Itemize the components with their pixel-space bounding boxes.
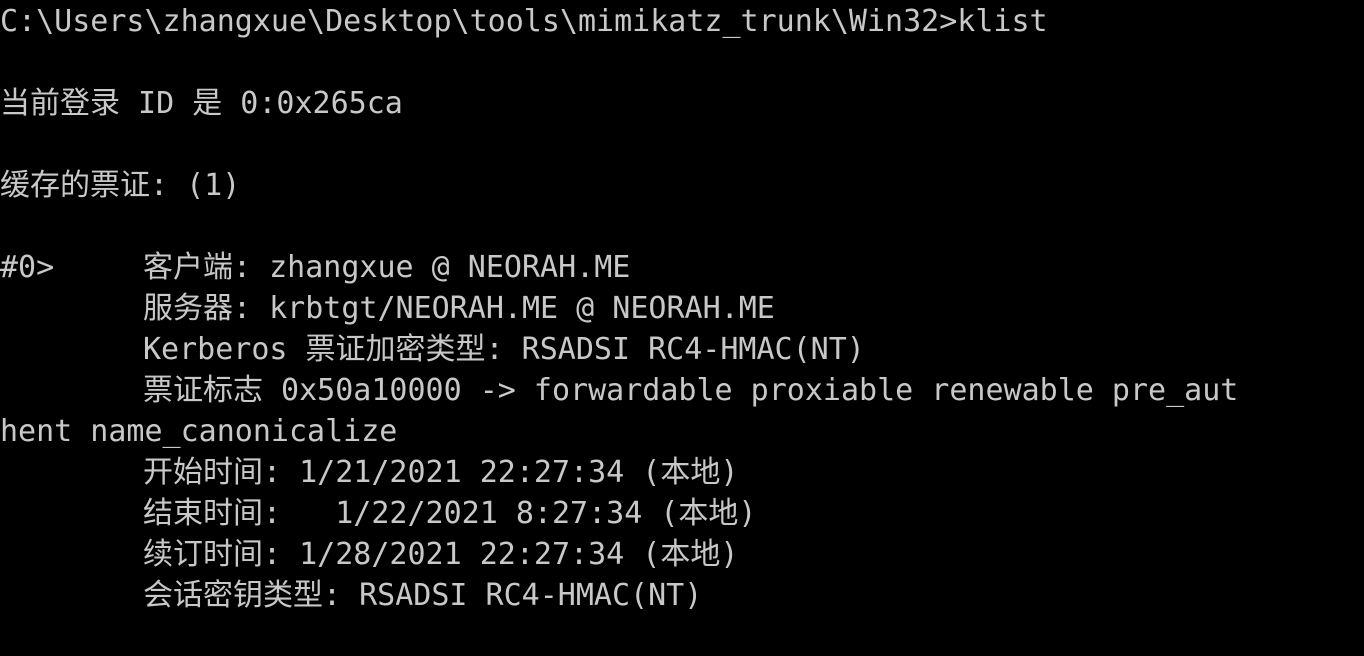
cached-tickets-line: 缓存的票证: (1): [0, 168, 241, 203]
ticket-encryption-type-line: Kerberos 票证加密类型: RSADSI RC4-HMAC(NT): [143, 332, 865, 367]
ticket-server-line: 服务器: krbtgt/NEORAH.ME @ NEORAH.ME: [143, 291, 775, 326]
ticket-renew-time-line: 续订时间: 1/28/2021 22:27:34 (本地): [143, 537, 739, 572]
command-prompt-line: C:\Users\zhangxue\Desktop\tools\mimikatz…: [0, 4, 1048, 39]
ticket-start-time-line: 开始时间: 1/21/2021 22:27:34 (本地): [143, 455, 739, 490]
ticket-flags-wrapped-line: hent name_canonicalize: [0, 414, 398, 449]
ticket-session-key-type-line: 会话密钥类型: RSADSI RC4-HMAC(NT): [143, 578, 703, 613]
console-window[interactable]: C:\Users\zhangxue\Desktop\tools\mimikatz…: [0, 0, 1364, 656]
logon-id-line: 当前登录 ID 是 0:0x265ca: [0, 86, 403, 121]
ticket-end-time-line: 结束时间: 1/22/2021 8:27:34 (本地): [143, 496, 757, 531]
ticket-flags-line: 票证标志 0x50a10000 -> forwardable proxiable…: [143, 373, 1239, 408]
ticket-client-line: 客户端: zhangxue @ NEORAH.ME: [143, 250, 631, 285]
ticket-index: #0>: [0, 250, 55, 285]
